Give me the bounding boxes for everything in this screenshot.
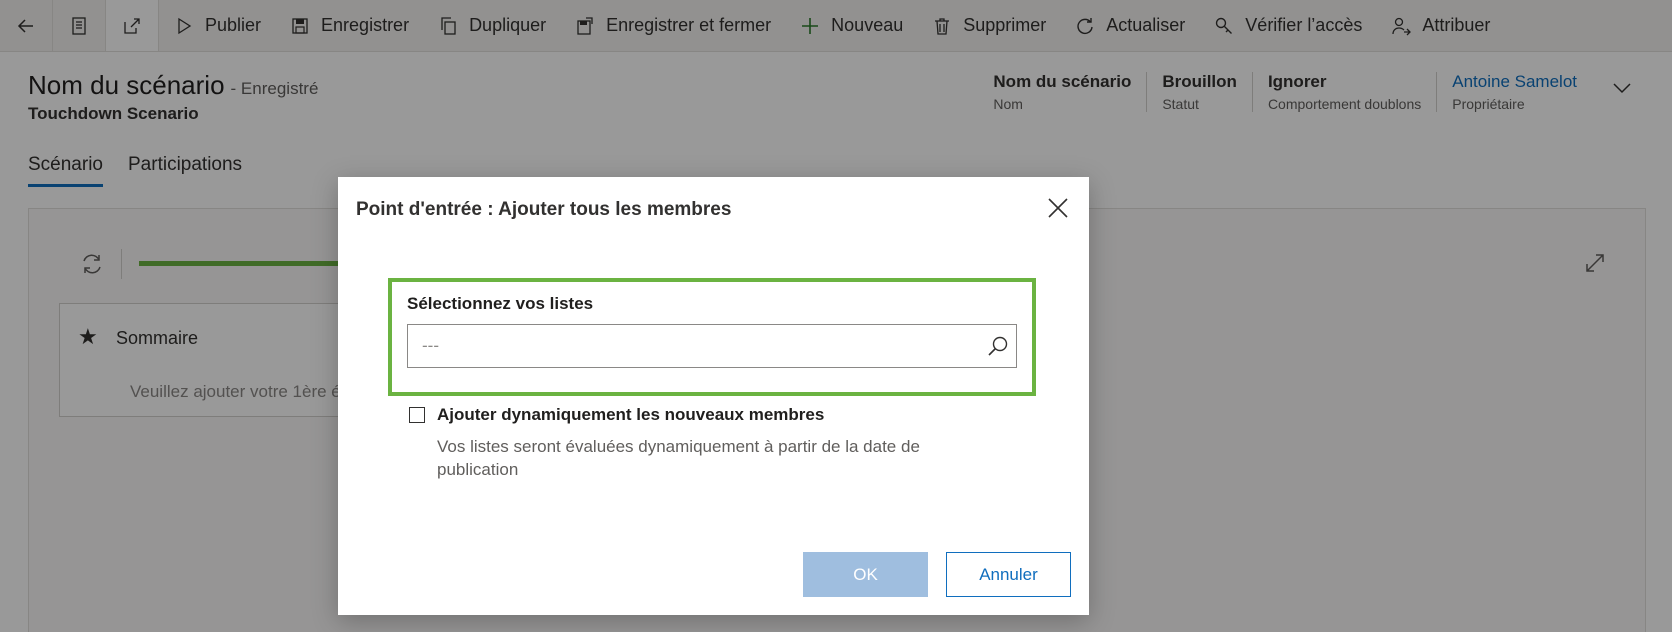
select-lists-input[interactable] — [408, 325, 968, 367]
cancel-button[interactable]: Annuler — [946, 552, 1071, 597]
select-lists-lookup[interactable] — [407, 324, 1017, 368]
dynamic-members-label[interactable]: Ajouter dynamiquement les nouveaux membr… — [437, 405, 824, 425]
close-button[interactable] — [1045, 195, 1071, 221]
dynamic-members-description: Vos listes seront évaluées dynamiquement… — [437, 437, 920, 479]
entry-point-dialog: Point d'entrée : Ajouter tous les membre… — [338, 177, 1089, 615]
select-lists-label: Sélectionnez vos listes — [407, 294, 594, 313]
close-icon — [1048, 198, 1068, 218]
dynamic-members-checkbox[interactable] — [409, 407, 425, 423]
search-icon[interactable] — [986, 335, 1010, 359]
ok-button[interactable]: OK — [803, 552, 928, 597]
dialog-title: Point d'entrée : Ajouter tous les membre… — [356, 199, 732, 220]
